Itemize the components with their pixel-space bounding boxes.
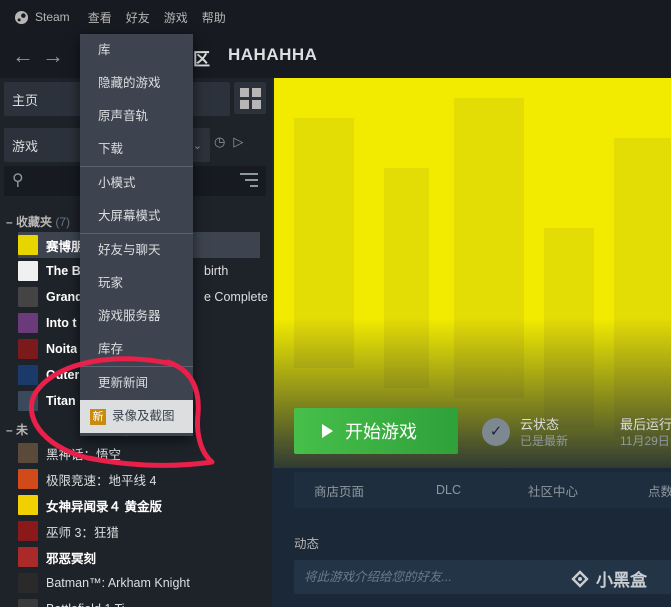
game-icon	[18, 495, 38, 515]
game-icon	[18, 521, 38, 541]
menu-item-inventory[interactable]: 库存	[80, 333, 193, 366]
chevron-down-icon: ⌄	[192, 139, 202, 152]
last-played-title: 最后运行	[620, 417, 671, 432]
game-title: 黑神话：悟空	[46, 447, 122, 462]
menu-item-big-picture[interactable]: 大屏幕模式	[80, 200, 193, 233]
watermark-text: 小黑盒	[596, 571, 647, 590]
game-icon	[18, 339, 38, 359]
menu-bar: Steam 查看 好友 游戏 帮助	[0, 0, 671, 34]
game-title: 赛博朋	[46, 239, 84, 254]
collapse-icon: –	[6, 423, 13, 437]
game-details-panel: 开始游戏 ✓ 云状态 已是最新 最后运行 11月29日 商店页面 DLC 社区中…	[272, 78, 671, 607]
game-title: 巫师 3：狂猎	[46, 525, 119, 540]
game-list-item[interactable]: 黑神话：悟空	[18, 440, 268, 466]
game-title-tail: e Complete	[204, 290, 268, 304]
menu-item-recordings-label: 录像及截图	[112, 409, 175, 423]
game-icon	[18, 573, 38, 593]
game-title: Batman™: Arkham Knight	[46, 576, 190, 590]
steam-logo-icon	[14, 10, 29, 24]
menu-item-players[interactable]: 玩家	[80, 267, 193, 300]
xiaoheihe-logo-icon	[571, 569, 589, 588]
game-icon	[18, 443, 38, 463]
steam-menu[interactable]: Steam	[14, 10, 70, 25]
game-icon	[18, 365, 38, 385]
game-icon	[18, 313, 38, 333]
game-title: 女神异闻录４ 黄金版	[46, 499, 162, 514]
tab-store-page[interactable]: 商店页面	[314, 481, 364, 500]
home-label: 主页	[12, 92, 39, 108]
tab-dlc[interactable]: DLC	[436, 483, 461, 497]
game-icon	[18, 235, 38, 255]
new-badge: 新	[90, 408, 106, 425]
activity-heading: 动态	[294, 537, 320, 551]
nav-username[interactable]: HAHAHHA	[228, 45, 317, 65]
game-icon	[18, 287, 38, 307]
game-list-item[interactable]: Batman™: Arkham Knight	[18, 570, 268, 596]
play-button-label: 开始游戏	[345, 422, 417, 442]
game-title: Titan	[46, 394, 76, 408]
game-list-item[interactable]: 女神异闻录４ 黄金版	[18, 492, 268, 518]
game-title: 极限竞速：地平线 4	[46, 473, 157, 488]
menu-help[interactable]: 帮助	[202, 9, 226, 26]
game-list-item[interactable]: Battlefield 1 Ti	[18, 596, 268, 607]
menu-item-library[interactable]: 库	[80, 34, 193, 67]
favorites-section-header[interactable]: – 收藏夹 (7)	[6, 213, 70, 230]
menu-item-hidden-games[interactable]: 隐藏的游戏	[80, 67, 193, 100]
game-title: Grand	[46, 290, 83, 304]
xiaoheihe-watermark: 小黑盒	[570, 566, 647, 591]
menu-item-soundtracks[interactable]: 原声音轨	[80, 100, 193, 133]
game-tabs-bar: 商店页面 DLC 社区中心 点数	[294, 472, 671, 508]
game-title: The B	[46, 264, 81, 278]
favorites-count: (7)	[55, 215, 71, 229]
collapse-icon: –	[6, 215, 13, 229]
cloud-check-icon: ✓	[482, 418, 510, 446]
game-title: 邪恶冥刻	[46, 551, 97, 566]
play-button[interactable]: 开始游戏	[294, 408, 458, 454]
game-title: Battlefield 1 Ti	[46, 602, 125, 607]
search-icon: ⚲	[12, 172, 24, 189]
menu-view[interactable]: 查看	[88, 9, 112, 26]
nav-tab-community-fragment[interactable]: 区	[193, 45, 211, 70]
clock-icon[interactable]: ◷	[214, 134, 225, 150]
cloud-status-title: 云状态	[520, 417, 560, 432]
forward-arrow-icon[interactable]: →	[42, 43, 64, 69]
menu-item-friends-chat[interactable]: 好友与聊天	[80, 234, 193, 267]
menu-item-news[interactable]: 更新新闻	[80, 367, 193, 400]
view-menu-dropdown: 库 隐藏的游戏 原声音轨 下载 小模式 大屏幕模式 好友与聊天 玩家 游戏服务器…	[80, 34, 193, 436]
tab-points[interactable]: 点数	[648, 481, 671, 500]
game-list-item[interactable]: 巫师 3：狂猎	[18, 518, 268, 544]
game-title: Outer	[46, 368, 80, 382]
game-list-item[interactable]: 极限竞速：地平线 4	[18, 466, 268, 492]
filter-label: 游戏	[12, 138, 39, 154]
game-title: Into t	[46, 316, 77, 330]
favorites-label: 收藏夹	[16, 215, 53, 229]
menu-friends[interactable]: 好友	[126, 9, 150, 26]
game-title-tail: birth	[204, 264, 229, 278]
play-icon	[322, 424, 333, 438]
game-title: Noita	[46, 342, 78, 356]
play-circle-icon[interactable]: ▷	[233, 134, 243, 150]
cloud-status-value: 已是最新	[520, 434, 569, 448]
game-icon	[18, 599, 38, 607]
game-icon	[18, 469, 38, 489]
last-played-value: 11月29日	[620, 434, 670, 448]
game-icon	[18, 391, 38, 411]
back-arrow-icon[interactable]: ←	[12, 43, 34, 69]
uncategorized-label: 未	[16, 423, 29, 437]
steam-menu-label: Steam	[35, 10, 70, 24]
menu-item-downloads[interactable]: 下载	[80, 133, 193, 166]
menu-games[interactable]: 游戏	[164, 9, 188, 26]
menu-item-game-servers[interactable]: 游戏服务器	[80, 300, 193, 333]
filter-lines-icon[interactable]	[240, 173, 258, 191]
grid-view-icon[interactable]	[234, 82, 266, 114]
menu-item-recordings-screenshots[interactable]: 新录像及截图	[80, 400, 193, 433]
game-icon	[18, 261, 38, 281]
tab-community-hub[interactable]: 社区中心	[528, 481, 578, 500]
game-icon	[18, 547, 38, 567]
game-list-item[interactable]: 邪恶冥刻	[18, 544, 268, 570]
menu-item-small-mode[interactable]: 小模式	[80, 167, 193, 200]
